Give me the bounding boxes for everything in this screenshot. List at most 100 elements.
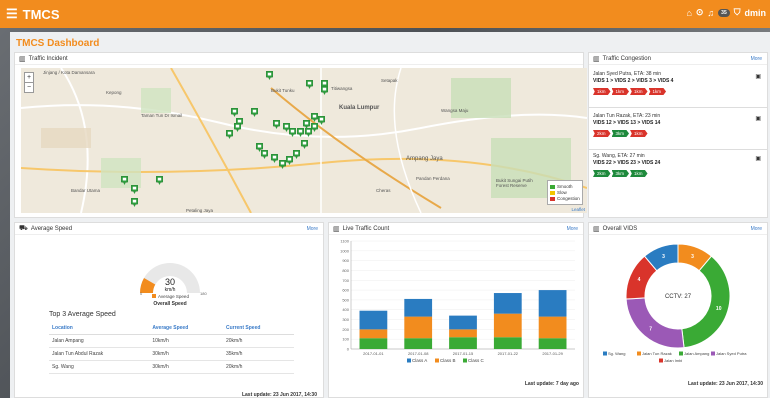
incident-marker-icon[interactable]: [289, 128, 296, 137]
congestion-item[interactable]: Jalan Syed Putra, ETA: 38 min VIDS 1 > VI…: [593, 71, 673, 95]
last-update: Last update: 23 Jun 2017, 14:30: [241, 392, 317, 398]
gauge-legend-swatch: [152, 294, 156, 298]
panel-header: ▥ Overall VIDS More: [589, 223, 767, 235]
legend-swatch: [679, 351, 683, 356]
incident-marker-icon[interactable]: [311, 123, 318, 132]
y-tick-label: 500: [342, 297, 349, 302]
panel-title: Traffic Congestion: [602, 55, 651, 62]
incident-map[interactable]: + − Jinjang / Kota Damansara Kuala Lumpu…: [21, 68, 587, 213]
incident-marker-icon[interactable]: [318, 116, 325, 125]
live-traffic-chart: 0 100 200 300 400 500 600 700 800 900 1000 1100 2017…: [340, 239, 575, 363]
segment-arrows: 2km 3km 1km: [593, 130, 660, 137]
zoom-out-button[interactable]: −: [25, 82, 33, 92]
legend-label: Jalan Ampang: [684, 351, 709, 356]
incident-marker-icon[interactable]: [131, 185, 138, 194]
incident-marker-icon[interactable]: [279, 160, 286, 169]
congestion-item[interactable]: Jalan Tun Razak, ETA: 23 min VIDS 12 > VI…: [593, 113, 660, 137]
incident-marker-icon[interactable]: [293, 150, 300, 159]
incident-marker-icon[interactable]: [311, 113, 318, 122]
panel-header: ▥ Traffic Incident: [15, 53, 583, 65]
table-cell: 20km/h: [222, 334, 294, 348]
congestion-item[interactable]: Sg. Wang, ETA: 27 min VIDS 22 > VIDS 23 >…: [593, 153, 660, 177]
traffic-incident-panel: ▥ Traffic Incident + − Jinjang / Kota Da…: [14, 52, 587, 218]
incident-marker-icon[interactable]: [286, 156, 293, 165]
user-name[interactable]: dmin: [745, 8, 767, 18]
donut-center-label: CCTV: 27: [665, 294, 692, 300]
incident-marker-icon[interactable]: [234, 123, 241, 132]
y-tick-label: 400: [342, 307, 349, 312]
more-link[interactable]: More: [751, 226, 762, 232]
segment-arrows: 1km 1km 1km 1km: [593, 88, 673, 95]
page-title: TMCS Dashboard: [16, 38, 100, 49]
gauge-unit: km/h: [165, 287, 176, 293]
top-bar: ☰ TMCS ⌂ ⊙ ♫ 35 ⛉ dmin: [0, 0, 770, 28]
vids-donut-chart: 3 10 7 4 3 CCTV: 27 Sg. Wang Jalan Tun Razak Jal…: [603, 243, 747, 363]
y-tick-label: 900: [342, 258, 349, 263]
incident-marker-icon[interactable]: [231, 108, 238, 117]
map-label: Ampang Jaya: [406, 156, 443, 162]
bell-icon[interactable]: ♫: [707, 8, 714, 18]
incident-marker-icon[interactable]: [131, 198, 138, 207]
panel-header: ⛟ Average Speed More: [15, 223, 323, 235]
incident-marker-icon[interactable]: [226, 130, 233, 139]
table-cell: 30km/h: [149, 347, 223, 361]
table-cell: Jalan Tun Abdul Razak: [49, 347, 150, 361]
incident-marker-icon[interactable]: [321, 86, 328, 95]
segment-arrow: 2km: [593, 170, 611, 177]
brand[interactable]: ☰ TMCS: [6, 6, 60, 22]
bar-segment: [359, 338, 388, 349]
map-attribution[interactable]: Leaflet: [571, 207, 585, 212]
bar-segment: [449, 329, 477, 338]
incident-marker-icon[interactable]: [301, 140, 308, 149]
alert-icon[interactable]: ⊙: [696, 7, 704, 18]
incident-marker-icon[interactable]: [121, 176, 128, 185]
incident-marker-icon[interactable]: [273, 120, 280, 129]
segment-arrow: 1km: [630, 130, 648, 137]
x-tick-label: 2017-01-01: [363, 351, 384, 356]
more-link[interactable]: More: [751, 56, 762, 62]
table-row: Jalan Tun Abdul Razak 30km/h 35km/h: [49, 347, 294, 361]
bar-segment: [493, 293, 522, 314]
incident-marker-icon[interactable]: [271, 154, 278, 163]
map-label: Taman Tun Dr Ismail: [141, 113, 183, 118]
more-link[interactable]: More: [567, 226, 578, 232]
bar-segment: [449, 315, 477, 330]
x-tick-label: 2017-01-29: [542, 351, 563, 356]
incident-marker-icon[interactable]: [266, 71, 273, 80]
incident-marker-icon[interactable]: [297, 128, 304, 137]
y-tick-label: 200: [342, 327, 349, 332]
expand-icon[interactable]: ▣: [755, 115, 761, 122]
legend-swatch: [550, 196, 555, 201]
segment-arrow: 1km: [630, 88, 648, 95]
map-zoom-control[interactable]: + −: [24, 72, 34, 93]
table-cell: Sg. Wang: [49, 360, 150, 374]
map-label: Wangsa Maju: [441, 108, 469, 113]
map-label: Bandar Utama: [71, 188, 101, 193]
bar-chart-icon: ▥: [19, 55, 26, 63]
expand-icon[interactable]: ▣: [755, 155, 761, 162]
incident-marker-icon[interactable]: [306, 80, 313, 89]
legend-item: Slow: [550, 190, 580, 195]
incident-marker-icon[interactable]: [251, 108, 258, 117]
legend-label: Jalan Syed Putra: [716, 351, 747, 356]
bar-segment: [493, 337, 522, 349]
incident-marker-icon[interactable]: [156, 176, 163, 185]
hamburger-menu-icon[interactable]: ☰: [6, 6, 18, 22]
bar-segment: [404, 316, 433, 339]
zoom-in-button[interactable]: +: [25, 73, 33, 82]
home-icon[interactable]: ⌂: [686, 8, 691, 18]
map-label: Bukit Sungai Putih Forest Reserve: [496, 178, 533, 188]
incident-marker-icon[interactable]: [256, 143, 263, 152]
gauge-legend-label: Average Speed: [158, 294, 189, 299]
last-update: Last update: 7 day ago: [524, 381, 579, 387]
incident-marker-icon[interactable]: [303, 120, 310, 129]
slice-label: 4: [638, 277, 641, 283]
congestion-title: Sg. Wang, ETA: 27 min: [593, 153, 645, 159]
table-cell: 10km/h: [149, 334, 223, 348]
top-right-tools: ⌂ ⊙ ♫ 35 ⛉ dmin: [686, 7, 766, 18]
shield-icon[interactable]: ⛉: [734, 7, 741, 18]
expand-icon[interactable]: ▣: [755, 73, 761, 80]
map-label: Jinjang / Kota Damansara: [43, 70, 95, 75]
legend-label: Class C: [468, 358, 485, 363]
more-link[interactable]: More: [307, 226, 318, 232]
